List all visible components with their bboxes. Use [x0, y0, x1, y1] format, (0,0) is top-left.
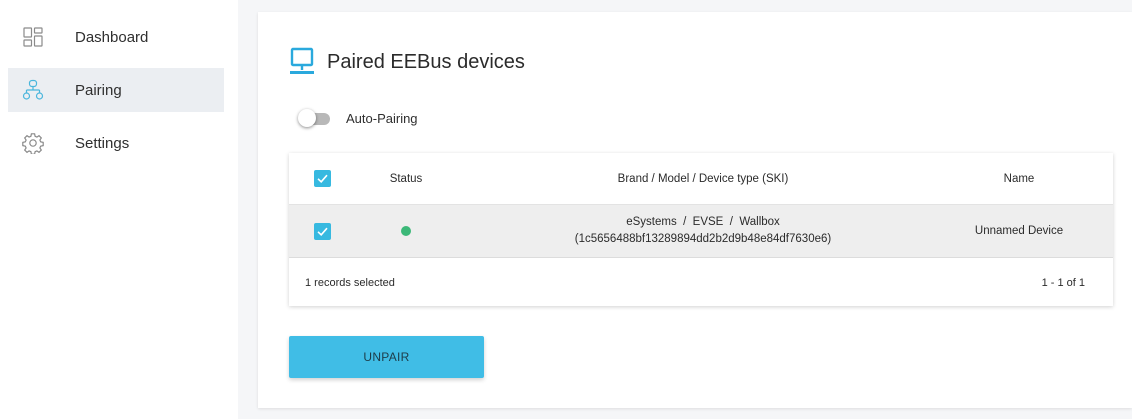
row-select-cell: [314, 205, 331, 257]
table-row[interactable]: eSystems / EVSE / Wallbox (1c5656488bf13…: [289, 205, 1113, 258]
sidebar-item-settings[interactable]: Settings: [8, 121, 224, 165]
sidebar-item-label: Settings: [75, 134, 130, 152]
sidebar-item-dashboard[interactable]: Dashboard: [8, 15, 224, 59]
device-cell: eSystems / EVSE / Wallbox (1c5656488bf13…: [503, 205, 903, 257]
check-icon: [317, 227, 328, 236]
table-header: Status Brand / Model / Device type (SKI)…: [289, 153, 1113, 205]
select-all-checkbox[interactable]: [314, 170, 331, 187]
auto-pairing-toggle[interactable]: [298, 107, 332, 129]
column-header-status[interactable]: Status: [379, 153, 433, 204]
column-header-name[interactable]: Name: [969, 153, 1069, 204]
check-icon: [317, 174, 328, 183]
monitor-icon: [289, 47, 315, 77]
device-name-cell: Unnamed Device: [974, 225, 1064, 237]
status-indicator: [401, 226, 411, 236]
sidebar-item-label: Pairing: [75, 81, 122, 99]
auto-pairing-label: Auto-Pairing: [346, 110, 418, 126]
column-header-device[interactable]: Brand / Model / Device type (SKI): [503, 153, 903, 204]
status-cell: [379, 205, 433, 257]
pagination-info: 1 - 1 of 1: [1041, 276, 1085, 289]
auto-pairing-row: Auto-Pairing: [298, 107, 418, 129]
dashboard-icon: [22, 26, 44, 48]
sidebar-item-label: Dashboard: [75, 28, 149, 46]
unpair-button[interactable]: UNPAIR: [289, 336, 484, 378]
selection-count: 1 records selected: [305, 276, 395, 289]
sidebar: Dashboard Pairing Settings: [0, 0, 232, 419]
page-header: Paired EEBus devices: [289, 46, 525, 78]
network-icon: [22, 79, 44, 101]
select-all-cell: [314, 153, 331, 204]
devices-table: Status Brand / Model / Device type (SKI)…: [289, 153, 1113, 306]
page-title: Paired EEBus devices: [327, 50, 525, 73]
device-ski: (1c5656488bf13289894dd2b2d9b48e84df7630e…: [574, 233, 832, 245]
table-footer: 1 records selected 1 - 1 of 1: [289, 259, 1113, 306]
sidebar-item-pairing[interactable]: Pairing: [8, 68, 224, 112]
toggle-knob: [298, 109, 316, 127]
gear-icon: [22, 132, 44, 154]
device-brand-model-type: eSystems / EVSE / Wallbox: [626, 216, 780, 228]
app-root: Dashboard Pairing Settings Paired EEBus …: [0, 0, 1132, 419]
row-checkbox[interactable]: [314, 222, 331, 240]
